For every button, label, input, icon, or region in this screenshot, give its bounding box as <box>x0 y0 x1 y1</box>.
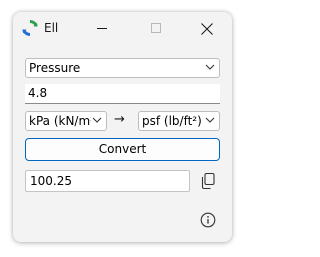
from-unit-value: kPa (kN/m²) <box>29 114 91 128</box>
quantity-select[interactable]: Pressure <box>25 58 220 78</box>
minimize-button[interactable] <box>79 12 125 44</box>
value-input[interactable]: 4.8 <box>25 84 220 104</box>
from-unit-select[interactable]: kPa (kN/m²) <box>25 111 107 131</box>
chevron-down-icon <box>205 117 215 123</box>
to-unit-select[interactable]: psf (lb/ft²) <box>138 111 220 131</box>
copy-icon <box>201 172 215 190</box>
copy-button[interactable] <box>199 172 217 190</box>
app-refresh-icon <box>22 19 38 37</box>
chevron-down-icon <box>205 64 215 70</box>
conversion-arrow: → <box>114 112 125 127</box>
quantity-select-value: Pressure <box>29 61 81 75</box>
chevron-down-icon <box>92 117 102 123</box>
info-button[interactable] <box>200 212 216 228</box>
minimize-icon <box>97 28 107 29</box>
close-icon <box>201 23 213 35</box>
maximize-icon <box>151 23 161 33</box>
app-window: Ell Pressure 4.8 kPa (kN/m²) <box>13 12 232 242</box>
window-title: Ell <box>44 21 59 35</box>
title-bar[interactable]: Ell <box>13 12 232 44</box>
result-field[interactable]: 100.25 <box>25 170 190 192</box>
maximize-button[interactable] <box>133 12 179 44</box>
info-icon <box>200 212 216 228</box>
convert-button[interactable]: Convert <box>25 138 220 161</box>
close-button[interactable] <box>183 12 229 44</box>
to-unit-value: psf (lb/ft²) <box>142 114 202 128</box>
